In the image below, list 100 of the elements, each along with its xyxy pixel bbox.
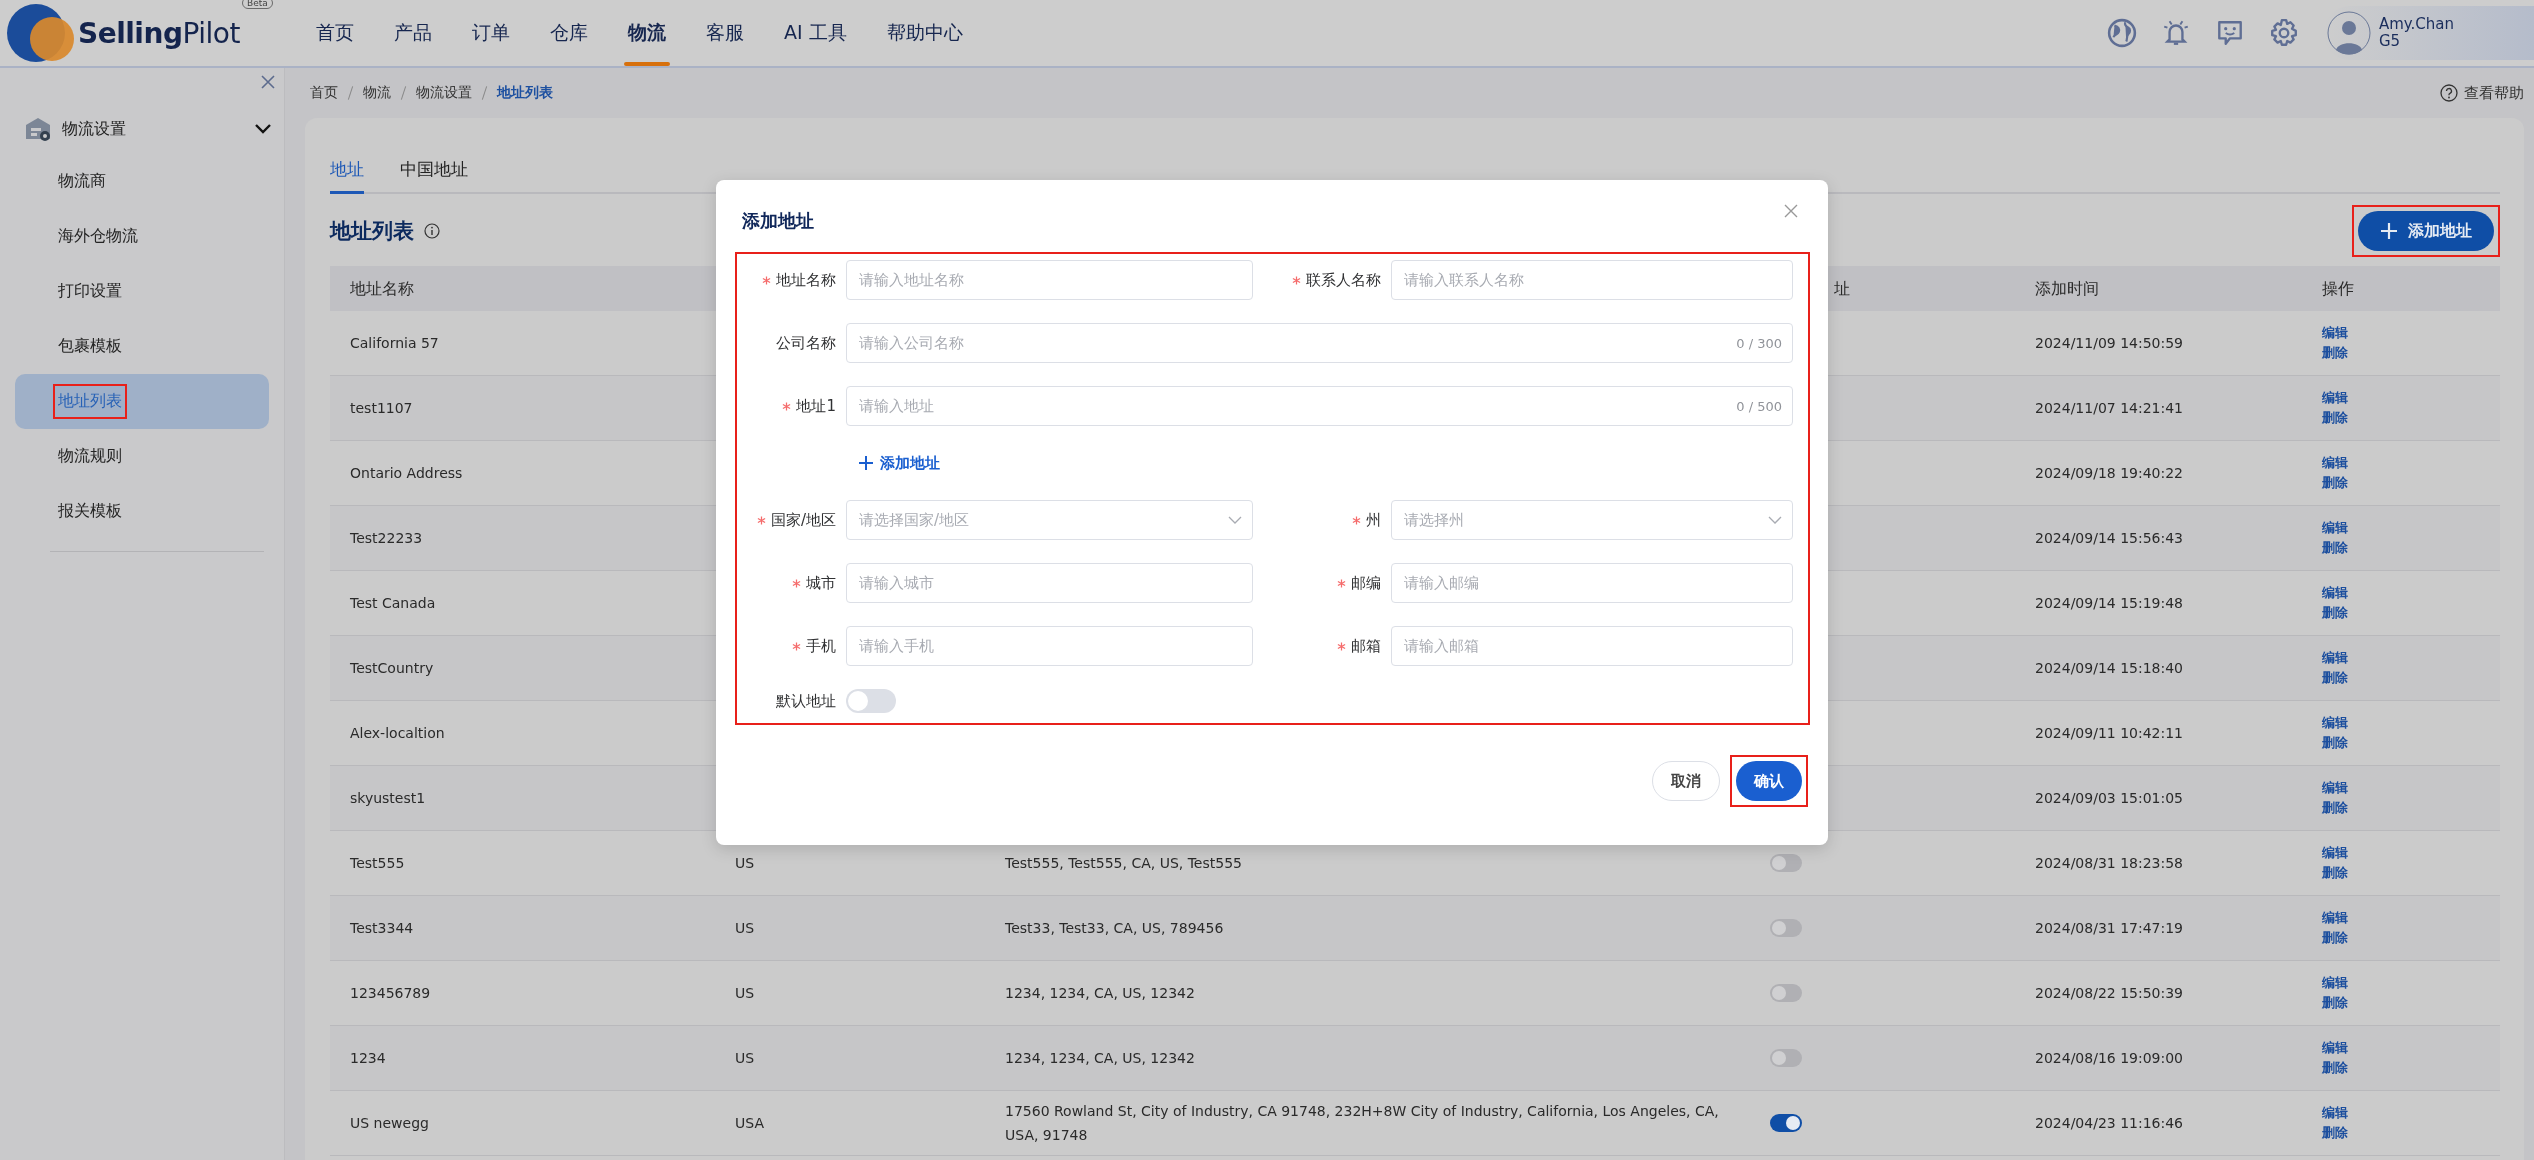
delete-link[interactable]: 删除 <box>2322 604 2348 622</box>
field-label: 地址1 <box>796 396 836 416</box>
text-input[interactable]: 请输入公司名称 <box>859 324 1737 362</box>
sidebar-item[interactable]: 打印设置 <box>15 264 269 319</box>
delete-link[interactable]: 删除 <box>2322 1124 2348 1142</box>
nav-tab[interactable]: 客服 <box>686 0 764 66</box>
toggle-switch[interactable] <box>846 689 896 713</box>
breadcrumb-link[interactable]: 物流设置 <box>416 84 472 102</box>
tab[interactable]: 中国地址 <box>400 148 468 194</box>
settings-icon[interactable] <box>2268 18 2299 48</box>
close-icon <box>1784 204 1798 218</box>
toggle-switch[interactable] <box>1770 854 1802 872</box>
edit-link[interactable]: 编辑 <box>2322 714 2348 732</box>
avatar-icon[interactable] <box>2326 11 2371 55</box>
toggle-switch[interactable] <box>1770 919 1802 937</box>
edit-link[interactable]: 编辑 <box>2322 779 2348 797</box>
table-cell-text: Test3344 <box>350 919 414 938</box>
table-cell-text: test1107 <box>350 399 413 418</box>
field-label: 邮编 <box>1351 573 1381 593</box>
column-header: 址 <box>1834 277 1850 300</box>
sidebar-group-header[interactable]: 物流设置 <box>0 104 284 154</box>
edit-link[interactable]: 编辑 <box>2322 1039 2348 1057</box>
nav-tab[interactable]: 物流 <box>608 0 686 66</box>
delete-link[interactable]: 删除 <box>2322 1059 2348 1077</box>
nav-tab[interactable]: AI 工具 <box>764 0 867 66</box>
delete-link[interactable]: 删除 <box>2322 929 2348 947</box>
tab[interactable]: 地址 <box>330 148 364 194</box>
table-cell-text: 2024/11/09 14:50:59 <box>2035 334 2184 353</box>
edit-link[interactable]: 编辑 <box>2322 649 2348 667</box>
input-field[interactable]: 请输入地址 0 / 500 <box>846 386 1793 426</box>
logo-icon <box>6 1 76 65</box>
delete-link[interactable]: 删除 <box>2322 669 2348 687</box>
field-label: 地址名称 <box>776 270 836 290</box>
warehouse-icon <box>24 115 52 143</box>
add-address-button[interactable]: 添加地址 <box>2358 211 2494 251</box>
sidebar-item[interactable]: 地址列表 <box>15 374 269 429</box>
delete-link[interactable]: 删除 <box>2322 344 2348 362</box>
dialog-title: 添加地址 <box>742 209 814 233</box>
user-name: Amy.Chan <box>2378 16 2454 33</box>
table-cell-text: 1234, 1234, CA, US, 12342 <box>1005 984 1195 1003</box>
edit-link[interactable]: 编辑 <box>2322 974 2348 992</box>
table-cell-text: 2024/08/31 18:23:58 <box>2035 854 2184 873</box>
nav-tab[interactable]: 订单 <box>452 0 530 66</box>
table-cell-text: US <box>735 919 755 938</box>
close-icon[interactable] <box>260 74 276 90</box>
field-label: 默认地址 <box>776 691 836 711</box>
input-field[interactable]: 请输入公司名称 0 / 300 <box>846 323 1793 363</box>
delete-link[interactable]: 删除 <box>2322 799 2348 817</box>
table-cell-text: US newegg <box>350 1114 429 1133</box>
cancel-button[interactable]: 取消 <box>1652 761 1720 801</box>
table-cell-text: 2024/04/23 11:16:46 <box>2035 1114 2184 1133</box>
edit-link[interactable]: 编辑 <box>2322 1104 2348 1122</box>
delete-link[interactable]: 删除 <box>2322 994 2348 1012</box>
delete-link[interactable]: 删除 <box>2322 474 2348 492</box>
nav-tab[interactable]: 仓库 <box>530 0 608 66</box>
edit-link[interactable]: 编辑 <box>2322 844 2348 862</box>
table-cell-text: 2024/11/07 14:21:41 <box>2035 399 2184 418</box>
help-link[interactable]: 查看帮助 <box>2464 83 2524 103</box>
list-title: 地址列表 <box>330 218 414 245</box>
table-cell-text: 1234 <box>350 1049 386 1068</box>
edit-link[interactable]: 编辑 <box>2322 909 2348 927</box>
nav-tab[interactable]: 首页 <box>296 0 374 66</box>
sidebar-item[interactable]: 包裹模板 <box>15 319 269 374</box>
breadcrumb-link[interactable]: 物流 <box>363 84 391 102</box>
edit-link[interactable]: 编辑 <box>2322 519 2348 537</box>
toggle-switch[interactable] <box>1770 984 1802 1002</box>
sidebar-item[interactable]: 报关模板 <box>15 484 269 539</box>
delete-link[interactable]: 删除 <box>2322 864 2348 882</box>
table-cell-text: TestCountry <box>350 659 434 678</box>
plus-icon <box>2380 222 2398 240</box>
sidebar-item[interactable]: 海外仓物流 <box>15 209 269 264</box>
table-cell-text: Test33, Test33, CA, US, 789456 <box>1005 919 1224 938</box>
chevron-down-icon <box>1228 516 1242 524</box>
field-label: 联系人名称 <box>1306 270 1381 290</box>
nav-tab[interactable]: 产品 <box>374 0 452 66</box>
delete-link[interactable]: 删除 <box>2322 409 2348 427</box>
edit-link[interactable]: 编辑 <box>2322 454 2348 472</box>
breadcrumb-link[interactable]: 首页 <box>310 84 338 102</box>
delete-link[interactable]: 删除 <box>2322 734 2348 752</box>
sidebar-item[interactable]: 物流规则 <box>15 429 269 484</box>
confirm-button[interactable]: 确认 <box>1736 761 1802 801</box>
add-address-link[interactable]: 添加地址 <box>846 449 940 477</box>
table-cell-text: Test22233 <box>350 529 423 548</box>
sidebar-item[interactable]: 物流商 <box>15 154 269 209</box>
table-cell-text: 17560 Rowland St, City of Industry, CA 91748, 232H+8W City of Industry, California, Los Angeles, CA, USA, 91748 <box>1005 1102 1720 1145</box>
toggle-switch[interactable] <box>1770 1114 1802 1132</box>
logo-wordmark: SellingPilot <box>78 16 240 50</box>
table-cell-text: skyustest1 <box>350 789 426 808</box>
toggle-switch[interactable] <box>1770 1049 1802 1067</box>
delete-link[interactable]: 删除 <box>2322 539 2348 557</box>
table-cell-text: Alex-localtion <box>350 724 445 743</box>
plus-icon <box>858 455 874 471</box>
edit-link[interactable]: 编辑 <box>2322 389 2348 407</box>
table-cell-text: USA <box>735 1114 764 1133</box>
text-input[interactable]: 请输入地址 <box>859 387 1737 425</box>
edit-link[interactable]: 编辑 <box>2322 324 2348 342</box>
info-icon <box>424 223 440 239</box>
table-cell-text: 2024/09/14 15:19:48 <box>2035 594 2184 613</box>
nav-tab[interactable]: 帮助中心 <box>866 0 983 66</box>
edit-link[interactable]: 编辑 <box>2322 584 2348 602</box>
